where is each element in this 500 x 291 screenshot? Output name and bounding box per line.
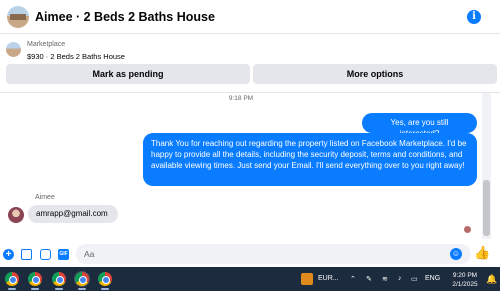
battery-icon[interactable]: ▭	[411, 275, 418, 283]
sticker-icon[interactable]	[40, 249, 51, 260]
chrome-icon[interactable]	[5, 272, 19, 286]
received-message[interactable]: amrapp@gmail.com	[28, 205, 118, 223]
gif-icon[interactable]: GIF	[58, 249, 69, 260]
chrome-icon[interactable]	[52, 272, 66, 286]
chrome-icon[interactable]	[98, 272, 112, 286]
sender-name: Aimee	[35, 194, 55, 201]
notification-icon[interactable]: 🔔	[486, 274, 497, 285]
taskbar-running-indicator	[8, 288, 16, 290]
currency-widget-label[interactable]: EUR...	[318, 275, 339, 282]
listing-thumbnail[interactable]	[6, 42, 21, 57]
taskbar-running-indicator	[31, 288, 39, 290]
sender-avatar[interactable]	[8, 207, 24, 223]
volume-icon[interactable]: ♪	[398, 275, 402, 282]
message-input[interactable]: Aa	[76, 244, 471, 264]
thumbs-up-icon[interactable]: 👍	[474, 246, 490, 260]
taskbar-clock[interactable]: 9:20 PM 2/1/2025	[450, 271, 480, 289]
taskbar-running-indicator	[55, 288, 63, 290]
sent-message[interactable]: Thank You for reaching out regarding the…	[143, 133, 477, 186]
message-timestamp: 9:18 PM	[228, 95, 254, 102]
chrome-icon[interactable]	[74, 271, 90, 287]
taskbar-running-indicator	[78, 288, 86, 290]
info-icon[interactable]: i	[467, 10, 481, 24]
listing-avatar[interactable]	[7, 6, 29, 28]
listing-subtitle[interactable]: $930 · 2 Beds 2 Baths House	[27, 52, 125, 61]
pen-icon[interactable]: ✎	[366, 275, 372, 283]
clock-date: 2/1/2025	[452, 281, 478, 288]
language-indicator[interactable]: ENG	[425, 275, 440, 282]
marketplace-label: Marketplace	[27, 41, 66, 48]
chrome-icon[interactable]	[28, 272, 42, 286]
more-options-button[interactable]: More options	[253, 64, 497, 84]
image-icon[interactable]	[21, 249, 32, 260]
emoji-icon[interactable]: ☺	[450, 248, 462, 260]
clock-time: 9:20 PM	[452, 272, 478, 279]
thread-scrollbar-thumb[interactable]	[483, 180, 490, 236]
currency-widget-icon[interactable]	[301, 273, 313, 285]
conversation-header: Aimee · 2 Beds 2 Baths House i	[0, 0, 500, 34]
chevron-up-icon[interactable]: ⌃	[350, 275, 356, 283]
sent-message[interactable]: Yes, are you still interested?	[362, 113, 477, 138]
taskbar-running-indicator	[101, 288, 109, 290]
seen-indicator-avatar	[464, 226, 471, 233]
wifi-icon[interactable]: ≋	[382, 275, 388, 283]
plus-icon[interactable]: +	[3, 249, 14, 260]
conversation-title[interactable]: Aimee · 2 Beds 2 Baths House	[35, 10, 215, 24]
mark-as-pending-button[interactable]: Mark as pending	[6, 64, 250, 84]
